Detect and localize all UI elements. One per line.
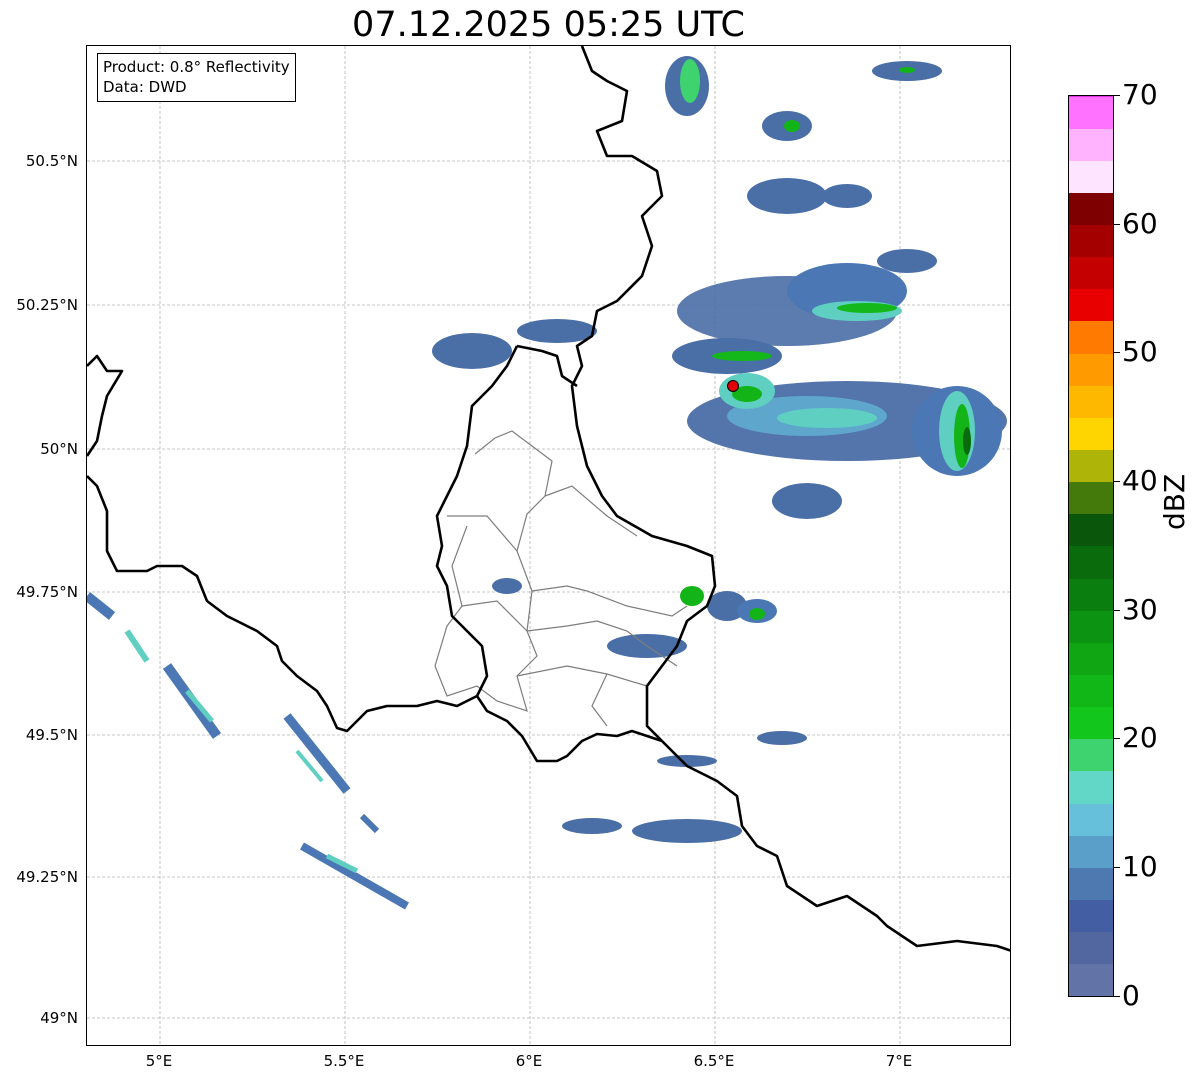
lat-tick-label: 49.25°N [16, 868, 78, 886]
product-info-box: Product: 0.8° Reflectivity Data: DWD [97, 53, 296, 102]
lat-tick-label: 50.5°N [25, 152, 78, 170]
lat-tick-label: 49.75°N [16, 583, 78, 601]
colorbar-tick-mark [1114, 610, 1120, 611]
radar-site-marker[interactable] [727, 380, 739, 392]
colorbar-segment [1069, 867, 1113, 901]
colorbar-tick-label: 30 [1122, 593, 1158, 626]
colorbar-segment [1069, 674, 1113, 708]
colorbar-label: dBZ [1158, 473, 1191, 530]
colorbar-segment [1069, 449, 1113, 483]
colorbar-tick-label: 50 [1122, 335, 1158, 368]
colorbar-segment [1069, 899, 1113, 933]
colorbar-tick-label: 20 [1122, 721, 1158, 754]
colorbar-tick-label: 60 [1122, 207, 1158, 240]
data-source-label: Data: DWD [103, 78, 187, 96]
colorbar-segment [1069, 931, 1113, 965]
colorbar-segment [1069, 96, 1113, 129]
colorbar-segment [1069, 642, 1113, 676]
colorbar-segment [1069, 417, 1113, 451]
colorbar-segment [1069, 771, 1113, 804]
gridlines [87, 46, 1010, 1045]
colorbar-segment [1069, 546, 1113, 579]
colorbar-tick-mark [1114, 224, 1120, 225]
colorbar-tick-mark [1114, 867, 1120, 868]
lon-tick-label: 6.5°E [693, 1052, 735, 1070]
colorbar-segment [1069, 578, 1113, 611]
colorbar-tick-label: 40 [1122, 464, 1158, 497]
lat-tick-label: 49.5°N [25, 726, 78, 744]
map-title: 07.12.2025 05:25 UTC [352, 5, 745, 45]
colorbar-segment [1069, 288, 1113, 322]
colorbar-tick-mark [1114, 738, 1120, 739]
colorbar-segment [1069, 321, 1113, 354]
colorbar-tick-mark [1114, 95, 1120, 96]
colorbar-tick-label: 10 [1122, 850, 1158, 883]
colorbar-segment [1069, 224, 1113, 258]
lat-tick-label: 49°N [40, 1009, 78, 1027]
colorbar-segment [1069, 963, 1113, 996]
colorbar-segment [1069, 353, 1113, 386]
colorbar [1068, 95, 1114, 997]
colorbar-segment [1069, 128, 1113, 161]
colorbar-tick-label: 0 [1122, 979, 1140, 1012]
colorbar-tick-mark [1114, 352, 1120, 353]
product-label: Product: 0.8° Reflectivity [103, 58, 290, 76]
colorbar-segment [1069, 96, 1113, 97]
colorbar-segment [1069, 610, 1113, 643]
colorbar-segment [1069, 481, 1113, 515]
lat-tick-label: 50.25°N [16, 296, 78, 314]
radar-map[interactable] [86, 45, 1011, 1046]
lon-tick-label: 5°E [145, 1052, 173, 1070]
colorbar-segment [1069, 706, 1113, 740]
radar-echoes [87, 56, 1007, 910]
colorbar-segment [1069, 513, 1113, 547]
radar-map-canvas [87, 46, 1010, 1045]
colorbar-segment [1069, 192, 1113, 226]
colorbar-segment [1069, 385, 1113, 418]
colorbar-segment [1069, 738, 1113, 772]
colorbar-tick-mark [1114, 481, 1120, 482]
colorbar-tick-label: 70 [1122, 78, 1158, 111]
lon-tick-label: 6°E [515, 1052, 543, 1070]
colorbar-tick-mark [1114, 996, 1120, 997]
lon-tick-label: 7°E [885, 1052, 913, 1070]
colorbar-segment [1069, 256, 1113, 290]
country-borders [87, 46, 1010, 952]
lon-tick-label: 5.5°E [323, 1052, 365, 1070]
lat-tick-label: 50°N [40, 440, 78, 458]
colorbar-segment [1069, 835, 1113, 868]
colorbar-segment [1069, 160, 1113, 193]
colorbar-segment [1069, 803, 1113, 836]
